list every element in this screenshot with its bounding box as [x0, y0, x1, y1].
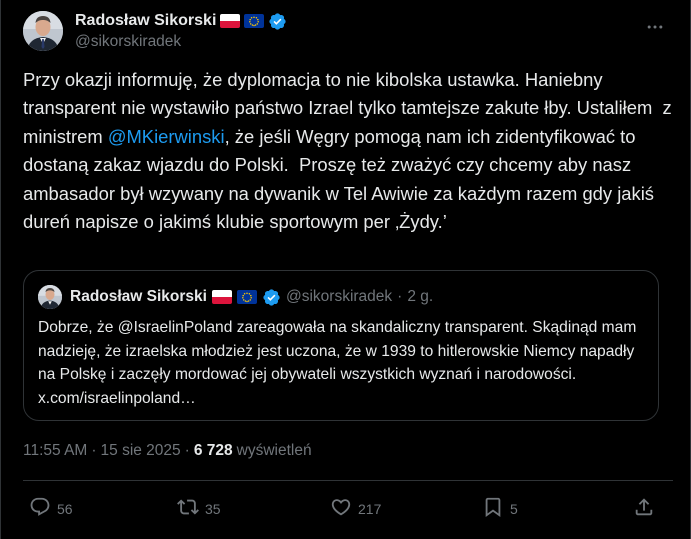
quoted-tweet-header: Radosław Sikorski @sikorskiradek · 2 g. [38, 285, 433, 309]
author-display-name[interactable]: Radosław Sikorski [75, 12, 216, 30]
quoted-tweet[interactable]: Radosław Sikorski @sikorskiradek · 2 g. … [23, 270, 659, 421]
share-button[interactable] [633, 496, 655, 521]
author-name-row: Radosław Sikorski [75, 12, 287, 31]
bookmark-button[interactable]: 5 [482, 496, 518, 521]
like-button[interactable]: 217 [330, 496, 381, 521]
author-avatar[interactable] [23, 11, 63, 51]
flag-eu-icon [236, 290, 257, 304]
repost-icon [177, 496, 199, 521]
quoted-tweet-text: Dobrze, że @IsraelinPoland zareagowała n… [38, 319, 637, 407]
more-options-icon[interactable] [643, 15, 667, 39]
tweet-detail: Radosław Sikorski @sikorskiradek Przy ok… [0, 0, 691, 539]
quoted-author-avatar [38, 285, 62, 309]
timestamp-row: 11:55 AM · 15 sie 2025 · 6 728 wyświetle… [23, 442, 312, 460]
quoted-age: 2 g. [407, 288, 434, 305]
action-bar: 56 35 217 5 [23, 496, 663, 526]
like-count: 217 [358, 500, 382, 517]
bookmark-count: 5 [510, 500, 518, 517]
tweet-date[interactable]: 15 sie 2025 [101, 442, 181, 460]
views-label: wyświetleń [236, 442, 312, 459]
tweet-time[interactable]: 11:55 AM [23, 442, 87, 460]
views-count: 6 728 [193, 442, 233, 459]
divider [23, 480, 673, 481]
reply-icon [29, 496, 51, 521]
repost-count: 35 [205, 500, 221, 517]
flag-eu-icon [244, 14, 265, 28]
heart-icon [330, 496, 352, 521]
verified-icon [262, 288, 281, 307]
meta-separator-2: · [184, 442, 190, 459]
tweet-text: Przy okazji informuję, że dyplomacja to … [23, 66, 673, 236]
bookmark-icon [482, 496, 504, 521]
quoted-author-name: Radosław Sikorski [70, 288, 207, 305]
reply-count: 56 [57, 500, 73, 517]
meta-separator: · [91, 442, 97, 459]
quoted-author-handle: @sikorskiradek [285, 288, 393, 305]
verified-icon[interactable] [268, 12, 287, 31]
quoted-separator: · [397, 288, 403, 305]
author-handle[interactable]: @sikorskiradek [75, 33, 287, 51]
tweet-header: Radosław Sikorski @sikorskiradek [23, 7, 673, 55]
reply-button[interactable]: 56 [29, 496, 73, 521]
author-names: Radosław Sikorski @sikorskiradek [75, 12, 287, 51]
flag-poland-icon [211, 290, 232, 304]
flag-poland-icon [220, 14, 241, 28]
mention-link[interactable]: @MKierwinski [108, 126, 225, 147]
share-icon [633, 496, 655, 521]
repost-button[interactable]: 35 [177, 496, 221, 521]
